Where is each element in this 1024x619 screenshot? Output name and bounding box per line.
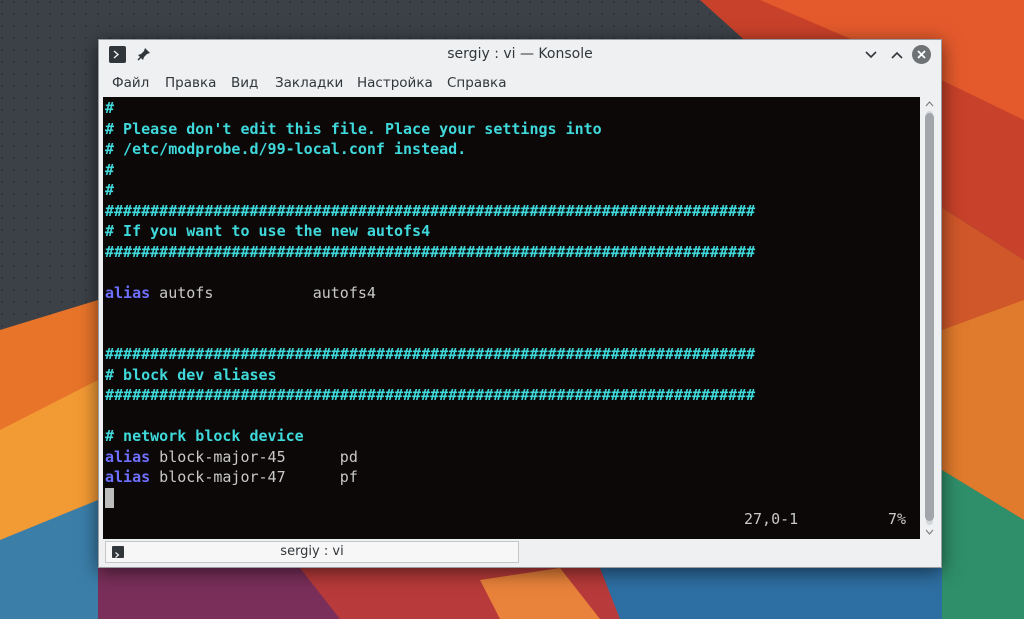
terminal-line: # network block device <box>105 426 304 446</box>
maximize-button[interactable] <box>887 45 907 65</box>
comment-token: # <box>105 99 115 117</box>
menu-view[interactable]: Вид <box>231 75 258 91</box>
tab-session[interactable]: sergiy : vi <box>105 541 519 563</box>
terminal-line: ########################################… <box>105 344 755 364</box>
close-button[interactable] <box>912 45 931 64</box>
comment-token: ########################################… <box>105 201 756 220</box>
menu-bar: Файл Правка Вид Закладки Настройка Справ… <box>99 70 941 96</box>
scroll-up-icon[interactable] <box>924 99 935 109</box>
terminal-line: ########################################… <box>105 242 755 262</box>
tab-label: sergiy : vi <box>280 544 344 559</box>
scroll-thumb[interactable] <box>925 113 934 521</box>
text-token: autofs autofs4 <box>150 283 376 302</box>
comment-token: # network block device <box>105 427 304 445</box>
desktop: sergiy : vi — Konsole Файл Правка Вид За… <box>0 0 1024 619</box>
terminal-line: # If you want to use the new autofs4 <box>105 221 430 241</box>
konsole-window: sergiy : vi — Konsole Файл Правка Вид За… <box>98 39 942 568</box>
comment-token: ########################################… <box>105 386 756 404</box>
vi-scroll-percent: 7% <box>888 510 907 528</box>
chevron-down-icon <box>865 51 877 59</box>
keyword-token: alias <box>105 468 151 486</box>
keyword-token: alias <box>105 283 151 302</box>
terminal-line: # /etc/modprobe.d/99-local.conf instead. <box>105 139 466 159</box>
comment-token: ########################################… <box>105 242 756 261</box>
terminal-line: # <box>105 98 114 118</box>
comment-token: # If you want to use the new autofs4 <box>105 222 431 240</box>
terminal-line: alias block-major-47 pf <box>105 467 358 487</box>
menu-file[interactable]: Файл <box>112 75 149 91</box>
terminal-line: # <box>105 180 114 200</box>
menu-help[interactable]: Справка <box>447 75 506 91</box>
tab-bar: sergiy : vi <box>99 539 941 567</box>
vi-cursor-position: 27,0-1 <box>744 510 799 528</box>
terminal-line: ########################################… <box>105 385 755 405</box>
terminal-view[interactable]: 27,0-1 7% # # Please don't edit this file… <box>103 97 920 539</box>
comment-token: ########################################… <box>105 345 756 363</box>
terminal-line: alias autofs autofs4 <box>105 283 376 303</box>
window-title: sergiy : vi — Konsole <box>447 46 593 62</box>
scroll-down-icon[interactable] <box>924 527 935 537</box>
terminal-line: # <box>105 160 114 180</box>
terminal-line: ########################################… <box>105 201 755 221</box>
comment-token: # Please don't edit this file. Place you… <box>105 119 602 138</box>
vertical-scrollbar[interactable] <box>922 97 937 539</box>
comment-token: # <box>105 181 115 199</box>
comment-token: # <box>105 160 115 179</box>
close-icon <box>917 50 926 59</box>
terminal-line: # block dev aliases <box>105 365 277 385</box>
title-bar[interactable]: sergiy : vi — Konsole <box>99 40 941 70</box>
menu-bookmarks[interactable]: Закладки <box>275 75 343 91</box>
comment-token: # /etc/modprobe.d/99-local.conf instead. <box>105 140 467 158</box>
minimize-button[interactable] <box>861 45 881 65</box>
chevron-up-icon <box>891 51 903 59</box>
keyword-token: alias <box>105 447 151 466</box>
text-token: block-major-47 pf <box>150 468 358 486</box>
terminal-line: alias block-major-45 pd <box>105 447 358 467</box>
menu-edit[interactable]: Правка <box>165 75 216 91</box>
terminal-line: # Please don't edit this file. Place you… <box>105 119 602 139</box>
text-token: block-major-45 pd <box>150 447 358 466</box>
text-cursor <box>105 488 114 508</box>
comment-token: # block dev aliases <box>105 365 277 384</box>
menu-settings[interactable]: Настройка <box>357 75 433 91</box>
